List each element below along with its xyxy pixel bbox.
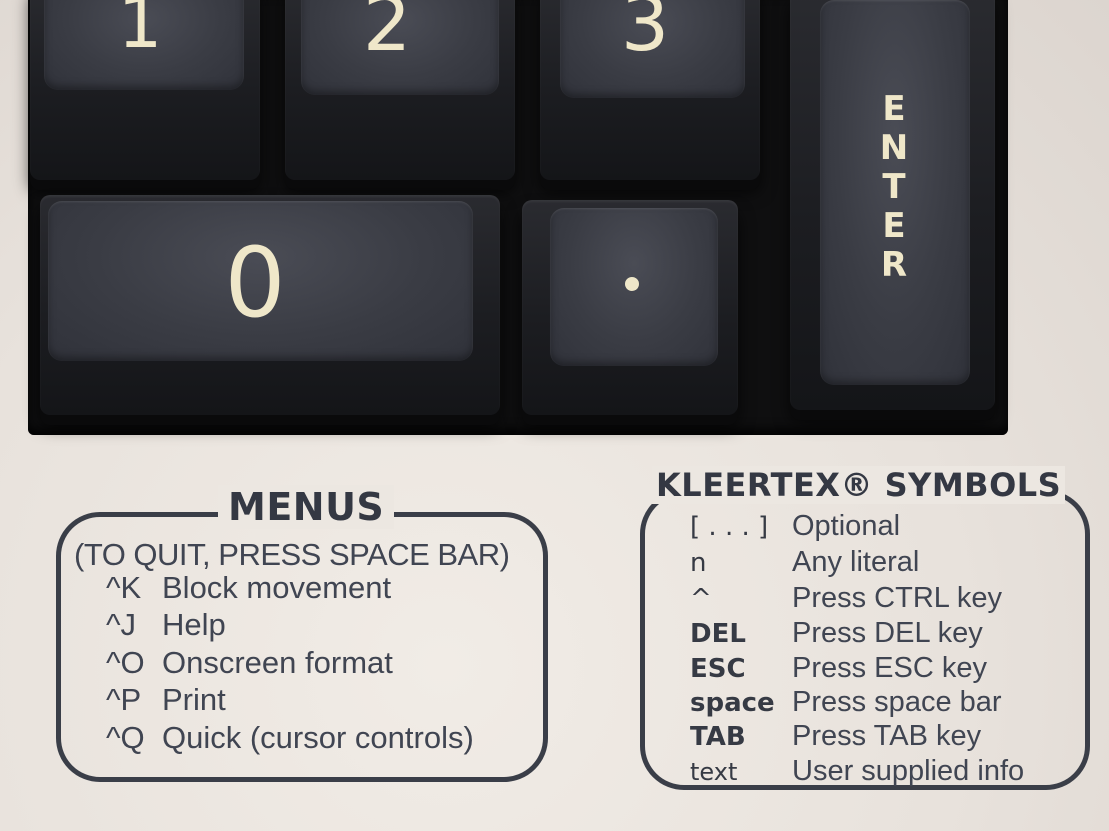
- symbol-key: [ . . . ]: [690, 512, 769, 542]
- symbol-meaning: Any literal: [792, 546, 920, 578]
- symbol-meaning: Press space bar: [792, 686, 1002, 718]
- symbol-meaning: User supplied info: [792, 755, 1025, 787]
- symbol-key: ^: [690, 584, 712, 614]
- symbol-meaning: Optional: [792, 510, 901, 542]
- symbol-meaning: Press CTRL key: [792, 582, 1003, 614]
- menu-label: Block movement: [162, 570, 392, 605]
- symbol-key: n: [690, 548, 707, 578]
- symbols-title: KLEERTEX® SYMBOLS: [652, 466, 1066, 504]
- menu-label: Quick (cursor controls): [162, 720, 474, 755]
- enter-letter: E: [882, 206, 906, 246]
- key-2[interactable]: 2: [285, 0, 515, 180]
- key-3[interactable]: 3: [540, 0, 760, 180]
- symbol-key: DEL: [690, 619, 746, 649]
- menu-key: ^Q: [106, 720, 145, 755]
- menu-key: ^P: [106, 682, 142, 717]
- symbol-key: TAB: [690, 722, 746, 752]
- enter-letter: E: [882, 89, 906, 129]
- symbol-key: ESC: [690, 654, 746, 684]
- menu-key: ^J: [106, 607, 137, 642]
- enter-letter: R: [880, 245, 908, 285]
- key-3-legend: 3: [620, 0, 670, 68]
- key-1[interactable]: 1: [30, 0, 260, 180]
- menus-subtitle: (TO QUIT, PRESS SPACE BAR): [74, 537, 510, 572]
- decimal-point-icon: [625, 277, 639, 291]
- key-2-legend: 2: [362, 0, 412, 68]
- key-0-legend: 0: [224, 227, 286, 339]
- symbol-meaning: Press TAB key: [792, 720, 982, 752]
- symbol-meaning: Press ESC key: [792, 652, 987, 684]
- enter-letter: T: [882, 167, 906, 207]
- menu-key: ^O: [106, 645, 145, 680]
- symbol-key: space: [690, 688, 775, 718]
- menus-title: MENUS: [218, 485, 395, 529]
- decimal-key[interactable]: [522, 200, 738, 415]
- key-1-legend: 1: [117, 0, 163, 64]
- menu-label: Help: [162, 607, 226, 642]
- enter-letter: N: [879, 128, 909, 168]
- symbol-meaning: Press DEL key: [792, 617, 983, 649]
- symbol-key: text: [690, 758, 738, 786]
- key-0[interactable]: 0: [40, 195, 500, 415]
- menu-key: ^K: [106, 570, 142, 605]
- menu-label: Print: [162, 682, 226, 717]
- menu-label: Onscreen format: [162, 645, 393, 680]
- enter-legend: E N T E R: [872, 92, 916, 287]
- keyboard-photo: 1 2 3 E N T E R 0 MENUS (TO QUIT, PRESS …: [0, 0, 1109, 831]
